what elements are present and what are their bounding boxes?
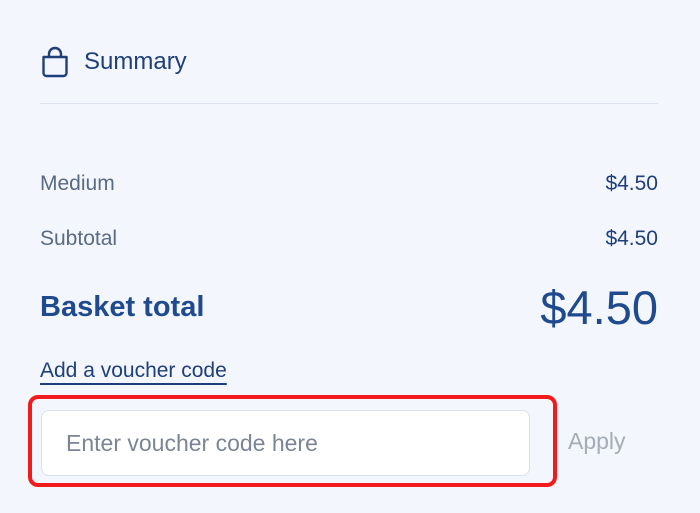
- subtotal-label: Subtotal: [40, 227, 118, 250]
- shopping-bag-icon: [40, 46, 70, 78]
- summary-title: Summary: [84, 48, 187, 75]
- subtotal-row: Subtotal $4.50: [40, 225, 658, 253]
- line-item-label: Medium: [40, 172, 115, 195]
- line-item-medium: Medium $4.50: [40, 170, 658, 198]
- basket-total-label: Basket total: [40, 290, 205, 323]
- add-voucher-link[interactable]: Add a voucher code: [40, 359, 227, 383]
- basket-total-row: Basket total $4.50: [40, 280, 658, 334]
- line-item-price: $4.50: [605, 172, 658, 195]
- apply-button[interactable]: Apply: [568, 428, 626, 455]
- subtotal-value: $4.50: [605, 227, 658, 250]
- summary-header: Summary: [40, 44, 187, 80]
- voucher-code-input[interactable]: [41, 410, 530, 476]
- basket-total-value: $4.50: [540, 280, 658, 334]
- divider: [40, 103, 658, 104]
